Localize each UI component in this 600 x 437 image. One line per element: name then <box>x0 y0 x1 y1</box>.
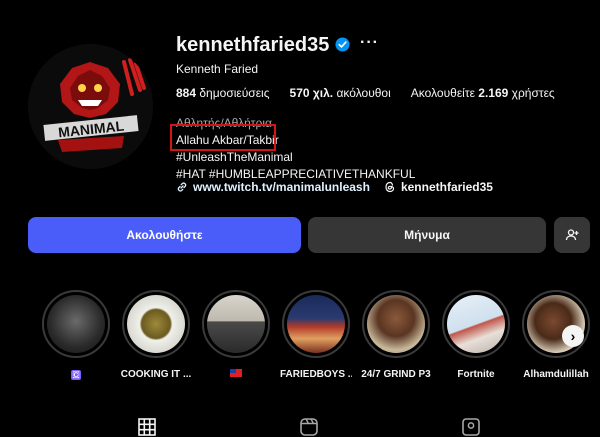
link-icon <box>177 182 187 192</box>
posts-stat: 884 δημοσιεύσεις <box>176 86 270 100</box>
highlight-ring <box>362 290 430 358</box>
username: kennethfaried35 <box>176 34 330 56</box>
highlight-label: 24/7 GRIND P3 <box>361 369 431 380</box>
highlight-ring <box>202 290 270 358</box>
highlight-ring <box>442 290 510 358</box>
threads-icon <box>385 181 395 193</box>
tagged-tab-icon[interactable] <box>462 418 480 436</box>
highlights-next-button[interactable]: › <box>562 325 584 347</box>
website-link[interactable]: www.twitch.tv/manimalunleash <box>176 180 370 194</box>
highlight-ring <box>42 290 110 358</box>
highlight-item[interactable]: COOKING IT ... <box>120 290 192 380</box>
add-person-icon <box>565 229 579 241</box>
highlight-cover <box>447 295 505 353</box>
highlight-label: COOKING IT ... <box>120 369 192 380</box>
highlight-label: Fortnite <box>457 369 495 380</box>
highlight-label: 🇨 <box>40 369 112 380</box>
highlight-ring <box>282 290 350 358</box>
highlight-item[interactable]: 24/7 GRIND P3 <box>360 290 432 380</box>
following-prefix: Ακολουθείτε <box>410 86 475 100</box>
bio-line[interactable]: #UnleashTheManimal <box>176 149 415 166</box>
highlight-cover <box>127 295 185 353</box>
verified-badge-icon <box>335 37 350 52</box>
chevron-right-icon: › <box>570 328 576 344</box>
highlight-cover <box>287 295 345 353</box>
highlight-item[interactable] <box>200 290 272 380</box>
highlight-cover <box>47 295 105 353</box>
message-button[interactable]: Μήνυμα <box>308 217 546 253</box>
highlight-label: FARIEDBOYS ... <box>280 369 352 380</box>
following-label: χρήστες <box>511 86 555 100</box>
highlight-item[interactable]: Fortnite <box>440 290 512 380</box>
followers-stat[interactable]: 570 χιλ. ακόλουθοι <box>290 86 391 100</box>
profile-stats: 884 δημοσιεύσεις 570 χιλ. ακόλουθοι Ακολ… <box>176 86 555 100</box>
highlight-ring <box>522 290 590 358</box>
highlight-cover <box>207 295 265 353</box>
website-link-text: www.twitch.tv/manimalunleash <box>193 180 370 194</box>
profile-avatar[interactable]: MANIMAL <box>28 44 153 169</box>
more-options-icon[interactable]: ··· <box>360 34 379 52</box>
taiwan-flag-icon <box>230 369 242 377</box>
highlight-label: Alhamdulillah <box>523 369 589 380</box>
followers-count: 570 χιλ. <box>289 86 334 100</box>
full-name: Kenneth Faried <box>176 62 259 76</box>
highlight-emoji-icon: 🇨 <box>71 370 81 380</box>
following-count: 2.169 <box>478 86 509 100</box>
posts-label: δημοσιεύσεις <box>199 86 270 100</box>
profile-links: www.twitch.tv/manimalunleash kennethfari… <box>176 180 493 194</box>
highlight-ring <box>122 290 190 358</box>
posts-grid-tab-icon[interactable] <box>138 418 156 436</box>
followers-label: ακόλουθοι <box>336 86 391 100</box>
manimal-logo: MANIMAL <box>28 44 153 169</box>
highlight-label <box>200 369 272 380</box>
highlight-item[interactable]: 🇨 <box>40 290 112 380</box>
following-stat[interactable]: Ακολουθείτε 2.169 χρήστες <box>411 86 555 100</box>
threads-handle: kennethfaried35 <box>400 180 493 194</box>
posts-count: 884 <box>176 86 197 100</box>
threads-link[interactable]: kennethfaried35 <box>384 180 493 194</box>
highlight-cover <box>367 295 425 353</box>
highlight-item[interactable]: FARIEDBOYS ... <box>280 290 352 380</box>
follow-button[interactable]: Ακολουθήστε <box>28 217 301 253</box>
suggested-users-button[interactable] <box>554 217 590 253</box>
annotation-highlight-box <box>170 124 276 151</box>
reels-tab-icon[interactable] <box>300 418 318 436</box>
